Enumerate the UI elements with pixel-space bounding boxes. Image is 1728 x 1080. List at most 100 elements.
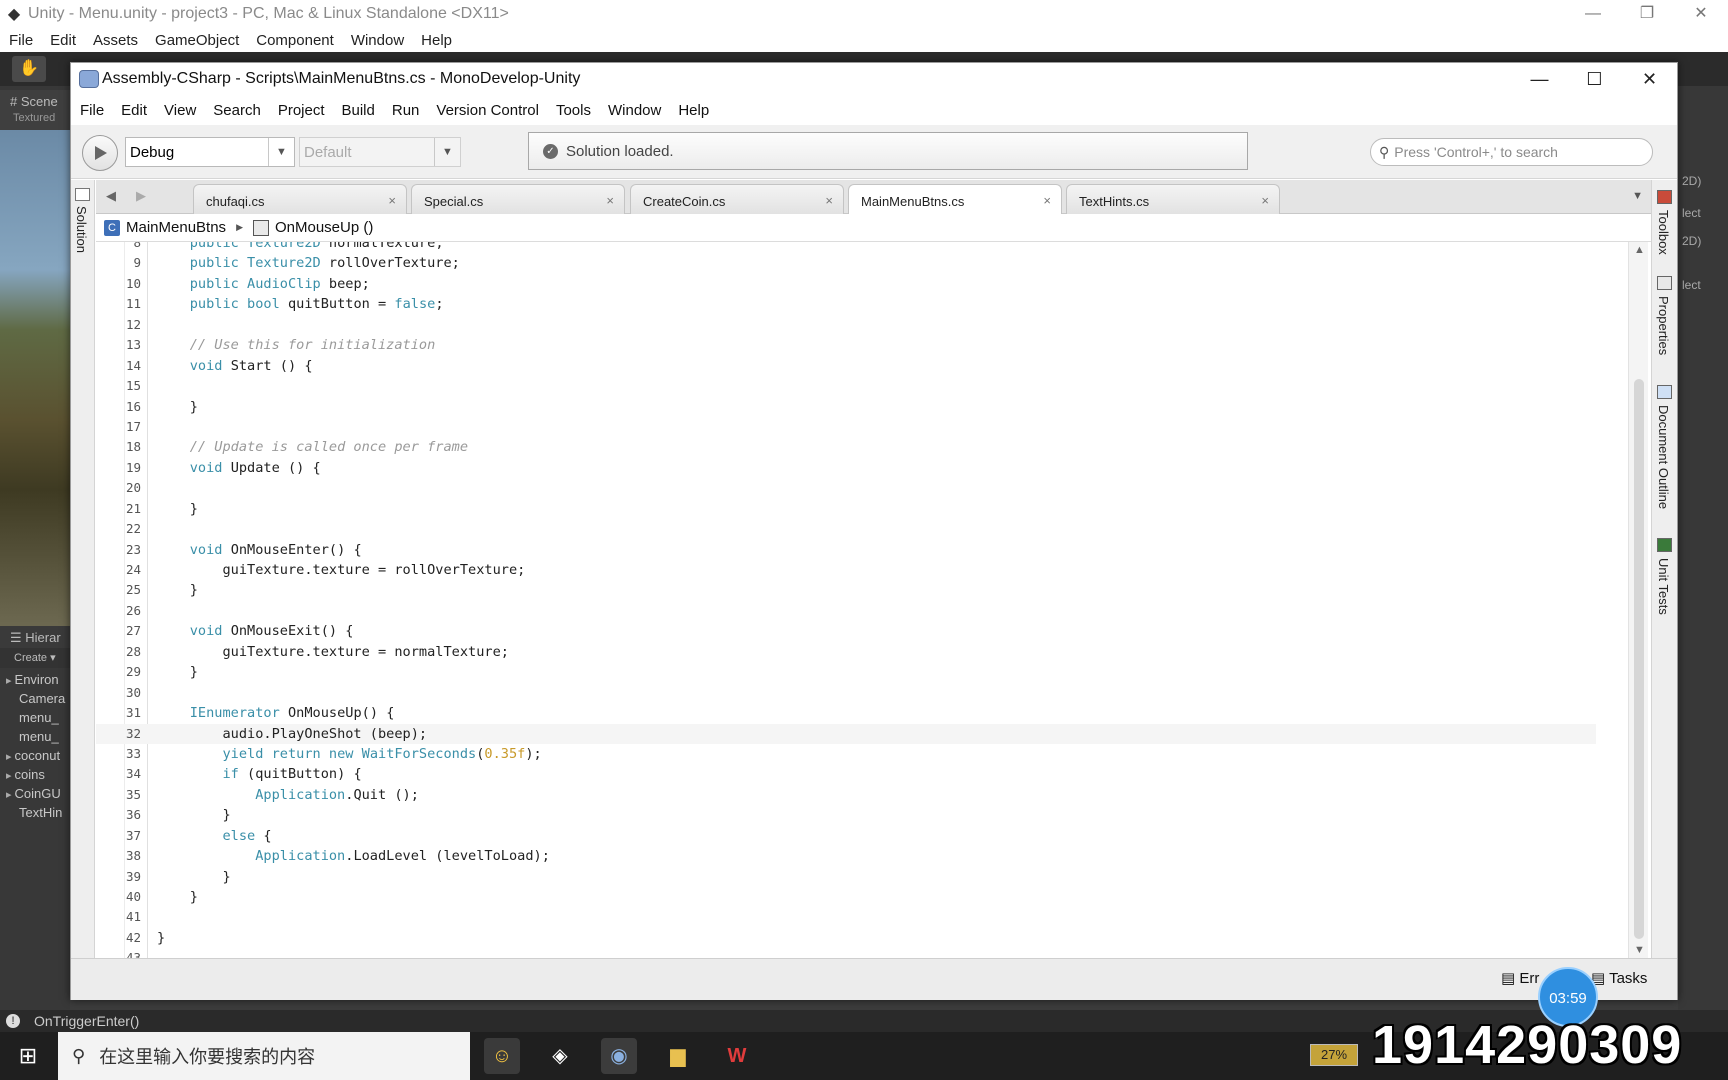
tab-chufaqi-cs[interactable]: chufaqi.cs × [193, 184, 407, 214]
code-line[interactable]: 24 guiTexture.texture = rollOverTexture; [96, 560, 1596, 580]
hierarchy-tab[interactable]: ☰ Hierar [0, 626, 70, 648]
tab-texthints-cs[interactable]: TextHints.cs × [1066, 184, 1280, 214]
code-line[interactable]: 33 yield return new WaitForSeconds(0.35f… [96, 744, 1596, 764]
tab-back-icon[interactable]: ◀ [106, 188, 116, 204]
scroll-down-icon[interactable]: ▼ [1634, 944, 1645, 956]
code-line[interactable]: 16 } [96, 397, 1596, 417]
code-line[interactable]: 9 public Texture2D rollOverTexture; [96, 253, 1596, 273]
unity-menu-gameobject[interactable]: GameObject [146, 32, 247, 49]
md-close-button[interactable]: ✕ [1622, 63, 1677, 95]
hierarchy-item[interactable]: CoinGU [0, 784, 70, 803]
code-line[interactable]: 31 IEnumerator OnMouseUp() { [96, 703, 1596, 723]
code-line[interactable]: 22 [96, 519, 1596, 539]
weather-app-icon[interactable]: ☺ [484, 1038, 520, 1074]
pad-tab-properties[interactable]: Properties [1656, 296, 1671, 355]
breadcrumb-method[interactable]: OnMouseUp () [275, 219, 373, 236]
code-line[interactable]: 17 [96, 417, 1596, 437]
code-line[interactable]: 34 if (quitButton) { [96, 764, 1596, 784]
md-menu-view[interactable]: View [155, 102, 204, 119]
tab-special-cs[interactable]: Special.cs × [411, 184, 625, 214]
close-button[interactable]: ✕ [1674, 0, 1728, 28]
code-line[interactable]: 40 } [96, 887, 1596, 907]
unity-menu-file[interactable]: File [0, 32, 41, 49]
scroll-thumb[interactable] [1634, 379, 1644, 939]
code-line[interactable]: 32 audio.PlayOneShot (beep); [96, 723, 1596, 744]
code-line[interactable]: 19 void Update () { [96, 458, 1596, 478]
code-line[interactable]: 23 void OnMouseEnter() { [96, 540, 1596, 560]
hierarchy-item[interactable]: Environ [0, 670, 70, 689]
md-menu-search[interactable]: Search [204, 102, 269, 119]
scene-view[interactable] [0, 130, 70, 630]
code-line[interactable]: 20 [96, 478, 1596, 498]
code-line[interactable]: 29 } [96, 662, 1596, 682]
md-menu-file[interactable]: File [71, 102, 112, 119]
file-explorer-icon[interactable]: ▆ [660, 1038, 696, 1074]
hierarchy-item[interactable]: coins [0, 765, 70, 784]
pad-tab-document-outline[interactable]: Document Outline [1656, 405, 1671, 509]
md-menu-window[interactable]: Window [599, 102, 669, 119]
tab-mainmenubtns-cs[interactable]: MainMenuBtns.cs × [848, 184, 1062, 215]
tab-list-icon[interactable]: ▼ [1632, 190, 1643, 202]
hierarchy-create-button[interactable]: Create ▾ [0, 648, 70, 668]
code-line[interactable]: 38 Application.LoadLevel (levelToLoad); [96, 846, 1596, 866]
errors-pad-button[interactable]: ▤ Err [1501, 969, 1539, 987]
tasks-pad-button[interactable]: ▤ Tasks [1591, 969, 1647, 987]
restore-button[interactable]: ❐ [1620, 0, 1674, 28]
hierarchy-item[interactable]: menu_ [0, 708, 70, 727]
wps-office-icon[interactable]: W [719, 1038, 755, 1074]
md-minimize-button[interactable]: — [1512, 63, 1567, 95]
code-line[interactable]: 42} [96, 928, 1596, 948]
md-menu-build[interactable]: Build [333, 102, 383, 119]
hand-tool-icon[interactable]: ✋ [12, 56, 46, 82]
tab-close-icon[interactable]: × [825, 193, 833, 208]
code-line[interactable]: 37 else { [96, 826, 1596, 846]
scroll-up-icon[interactable]: ▲ [1634, 244, 1645, 256]
monodevelop-taskbar-icon[interactable]: ◉ [601, 1038, 637, 1074]
code-line[interactable]: 21 } [96, 499, 1596, 519]
vertical-scrollbar[interactable]: ▲ ▼ [1628, 242, 1648, 958]
code-line[interactable]: 36 } [96, 805, 1596, 825]
code-line[interactable]: 30 [96, 683, 1596, 703]
md-menu-project[interactable]: Project [269, 102, 333, 119]
tab-close-icon[interactable]: × [388, 193, 396, 208]
code-editor[interactable]: 8 public Texture2D normalTexture; 9 publi… [96, 242, 1651, 958]
unity-app-icon[interactable]: ◈ [542, 1038, 578, 1074]
scene-shading-mode[interactable]: Textured [13, 112, 70, 124]
md-menu-help[interactable]: Help [669, 102, 717, 119]
pad-tab-toolbox[interactable]: Toolbox [1656, 210, 1671, 255]
minimize-button[interactable]: — [1566, 0, 1620, 28]
code-line[interactable]: 18 // Update is called once per frame [96, 437, 1596, 457]
code-line[interactable]: 8 public Texture2D normalTexture; [96, 242, 1596, 253]
code-line[interactable]: 28 guiTexture.texture = normalTexture; [96, 642, 1596, 662]
code-line[interactable]: 27 void OnMouseExit() { [96, 621, 1596, 641]
code-line[interactable]: 25 } [96, 580, 1596, 600]
code-line[interactable]: 11 public bool quitButton = false; [96, 294, 1596, 314]
unity-menu-edit[interactable]: Edit [41, 32, 84, 49]
code-line[interactable]: 41 [96, 907, 1596, 927]
console-status-text[interactable]: OnTriggerEnter() [34, 1013, 139, 1029]
breadcrumb-class[interactable]: MainMenuBtns [126, 219, 226, 236]
run-button[interactable] [82, 135, 118, 171]
code-line[interactable]: 35 Application.Quit (); [96, 785, 1596, 805]
md-maximize-button[interactable]: ☐ [1567, 63, 1622, 95]
hierarchy-item[interactable]: menu_ [0, 727, 70, 746]
tab-createcoin-cs[interactable]: CreateCoin.cs × [630, 184, 844, 214]
scene-tab[interactable]: # Scene Textured [0, 90, 70, 130]
pad-tab-unit-tests[interactable]: Unit Tests [1656, 558, 1671, 615]
unity-menu-component[interactable]: Component [247, 32, 342, 49]
unity-menu-help[interactable]: Help [412, 32, 460, 49]
md-menu-run[interactable]: Run [383, 102, 428, 119]
md-menu-edit[interactable]: Edit [112, 102, 155, 119]
code-line[interactable]: 39 } [96, 867, 1596, 887]
tab-close-icon[interactable]: × [1043, 193, 1051, 208]
configuration-select[interactable]: Debug ▼ [125, 137, 295, 167]
solution-pad-tab[interactable]: Solution [74, 206, 89, 253]
code-line[interactable]: 26 [96, 601, 1596, 621]
md-menu-version-control[interactable]: Version Control [427, 102, 547, 119]
hierarchy-item[interactable]: coconut [0, 746, 70, 765]
code-line[interactable]: 12 [96, 315, 1596, 335]
unity-menu-window[interactable]: Window [342, 32, 412, 49]
code-line[interactable]: 13 // Use this for initialization [96, 335, 1596, 355]
unity-menu-assets[interactable]: Assets [84, 32, 146, 49]
search-input[interactable]: ⚲ Press 'Control+,' to search [1370, 138, 1653, 166]
